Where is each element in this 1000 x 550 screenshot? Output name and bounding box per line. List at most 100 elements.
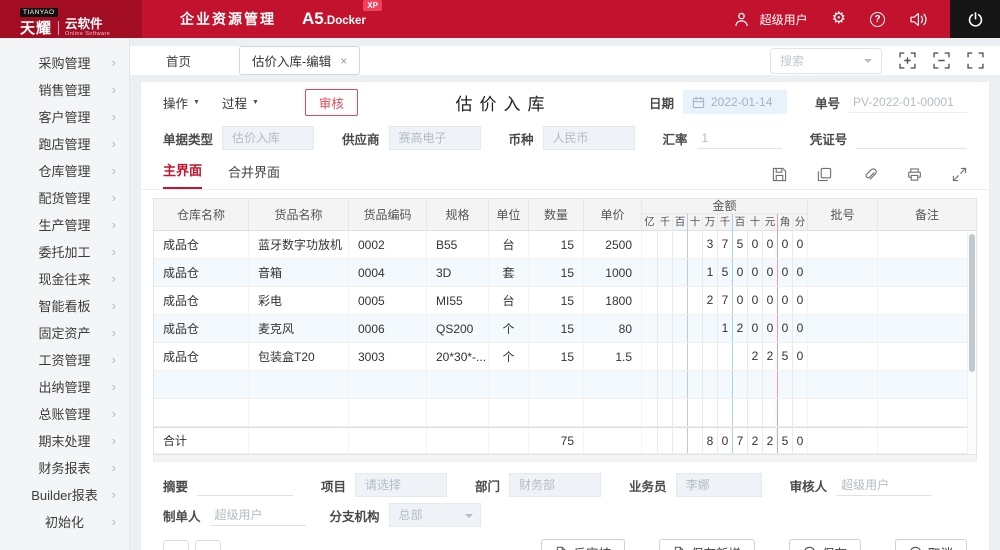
cell-code[interactable]: 0004 bbox=[349, 259, 427, 286]
supplier-input[interactable]: 赛高电子 bbox=[389, 126, 481, 150]
sidebar-item[interactable]: 总账管理› bbox=[0, 400, 129, 427]
cell-code[interactable] bbox=[349, 399, 427, 426]
cell-note[interactable] bbox=[878, 428, 976, 453]
cell-unit[interactable] bbox=[489, 428, 529, 453]
cell-amount[interactable]: 1500000 bbox=[642, 259, 808, 286]
summary-input[interactable] bbox=[197, 474, 293, 496]
horizontal-scrollbar[interactable] bbox=[153, 455, 977, 462]
cell-spec[interactable]: 20*30*-... bbox=[427, 343, 489, 370]
cell-warehouse[interactable]: 成品仓 bbox=[154, 259, 249, 286]
table-row[interactable] bbox=[154, 399, 976, 427]
cancel-button[interactable]: 取消 bbox=[895, 539, 967, 550]
logout-power-button[interactable] bbox=[950, 0, 1000, 38]
sidebar-item[interactable]: 现金往来› bbox=[0, 265, 129, 292]
sidebar-item[interactable]: Builder报表› bbox=[0, 481, 129, 508]
sidebar-item[interactable]: 配货管理› bbox=[0, 184, 129, 211]
cell-code[interactable] bbox=[349, 428, 427, 453]
table-row[interactable]: 成品仓包装盒T20300320*30*-...个151.52250 bbox=[154, 343, 976, 371]
search-select[interactable]: 搜索 bbox=[770, 48, 882, 74]
cell-qty[interactable] bbox=[529, 399, 584, 426]
process-menu[interactable]: 过程▼ bbox=[222, 93, 259, 112]
sidebar-item[interactable]: 财务报表› bbox=[0, 454, 129, 481]
table-row[interactable]: 成品仓音箱00043D套1510001500000 bbox=[154, 259, 976, 287]
date-input[interactable]: 2022-01-14 bbox=[683, 90, 787, 114]
cell-qty[interactable] bbox=[529, 371, 584, 398]
cell-spec[interactable]: 3D bbox=[427, 259, 489, 286]
cell-price[interactable] bbox=[584, 371, 642, 398]
sidebar-item[interactable]: 委托加工› bbox=[0, 238, 129, 265]
cell-note[interactable] bbox=[878, 287, 976, 314]
cell-unit[interactable]: 个 bbox=[489, 343, 529, 370]
cell-warehouse[interactable] bbox=[154, 399, 249, 426]
expand-icon[interactable] bbox=[952, 167, 967, 182]
doc-type-input[interactable]: 估价入库 bbox=[222, 126, 314, 150]
speaker-icon[interactable] bbox=[909, 12, 928, 27]
cell-spec[interactable] bbox=[427, 371, 489, 398]
cell-amount[interactable]: 8072250 bbox=[642, 428, 808, 453]
cell-warehouse[interactable]: 合计 bbox=[154, 428, 249, 453]
cell-product[interactable] bbox=[249, 371, 349, 398]
sidebar-item[interactable]: 初始化› bbox=[0, 508, 129, 535]
cell-code[interactable]: 0005 bbox=[349, 287, 427, 314]
cell-qty[interactable]: 15 bbox=[529, 259, 584, 286]
cell-amount[interactable]: 3750000 bbox=[642, 231, 808, 258]
cell-price[interactable]: 1800 bbox=[584, 287, 642, 314]
table-row[interactable] bbox=[154, 371, 976, 399]
vertical-scrollbar[interactable] bbox=[967, 232, 976, 454]
sidebar-item[interactable]: 销售管理› bbox=[0, 76, 129, 103]
branch-select[interactable]: 总部 bbox=[389, 503, 481, 527]
sidebar-item[interactable]: 客户管理› bbox=[0, 103, 129, 130]
cell-price[interactable]: 1.5 bbox=[584, 343, 642, 370]
sidebar-item[interactable]: 出纳管理› bbox=[0, 373, 129, 400]
cell-price[interactable] bbox=[584, 399, 642, 426]
next-record-button[interactable]: ▶ bbox=[195, 540, 221, 550]
cell-warehouse[interactable]: 成品仓 bbox=[154, 287, 249, 314]
cell-product[interactable]: 蓝牙数字功放机 bbox=[249, 231, 349, 258]
cell-note[interactable] bbox=[878, 343, 976, 370]
cell-code[interactable] bbox=[349, 371, 427, 398]
cell-batch[interactable] bbox=[808, 399, 878, 426]
user-menu[interactable]: 超级用户 bbox=[733, 11, 808, 28]
tab-active-document[interactable]: 估价入库-编辑 × bbox=[239, 46, 360, 75]
cell-code[interactable]: 0006 bbox=[349, 315, 427, 342]
cell-unit[interactable]: 台 bbox=[489, 287, 529, 314]
cell-warehouse[interactable] bbox=[154, 371, 249, 398]
cell-note[interactable] bbox=[878, 231, 976, 258]
cell-warehouse[interactable]: 成品仓 bbox=[154, 231, 249, 258]
cell-product[interactable] bbox=[249, 428, 349, 453]
tab-close-icon[interactable]: × bbox=[340, 54, 347, 68]
cell-qty[interactable]: 15 bbox=[529, 287, 584, 314]
table-row[interactable]: 成品仓彩电0005MI55台1518002700000 bbox=[154, 287, 976, 315]
auditor-input[interactable]: 超级用户 bbox=[836, 474, 932, 496]
cell-batch[interactable] bbox=[808, 371, 878, 398]
tab-main-view[interactable]: 主界面 bbox=[163, 160, 202, 189]
sidebar-item[interactable]: 期末处理› bbox=[0, 427, 129, 454]
save-new-button[interactable]: 保存新增 bbox=[659, 539, 755, 550]
cell-qty[interactable]: 15 bbox=[529, 231, 584, 258]
zoom-out-corners-icon[interactable] bbox=[933, 52, 950, 69]
cell-price[interactable]: 80 bbox=[584, 315, 642, 342]
cell-spec[interactable]: B55 bbox=[427, 231, 489, 258]
audit-button[interactable]: 审核 bbox=[305, 89, 358, 116]
cell-code[interactable]: 3003 bbox=[349, 343, 427, 370]
scrollbar-thumb[interactable] bbox=[969, 234, 975, 372]
table-row[interactable]: 成品仓麦克风0006QS200个1580120000 bbox=[154, 315, 976, 343]
cell-amount[interactable]: 120000 bbox=[642, 315, 808, 342]
cell-batch[interactable] bbox=[808, 259, 878, 286]
save-button[interactable]: 保存 bbox=[789, 539, 861, 550]
cell-batch[interactable] bbox=[808, 231, 878, 258]
cell-qty[interactable]: 15 bbox=[529, 343, 584, 370]
cell-unit[interactable] bbox=[489, 399, 529, 426]
sidebar-item[interactable]: 仓库管理› bbox=[0, 157, 129, 184]
cell-amount[interactable] bbox=[642, 399, 808, 426]
cell-batch[interactable] bbox=[808, 315, 878, 342]
cell-product[interactable]: 彩电 bbox=[249, 287, 349, 314]
currency-input[interactable]: 人民币 bbox=[543, 126, 635, 150]
cell-product[interactable]: 麦克风 bbox=[249, 315, 349, 342]
maker-input[interactable]: 超级用户 bbox=[210, 504, 306, 526]
cell-amount[interactable] bbox=[642, 371, 808, 398]
cell-note[interactable] bbox=[878, 315, 976, 342]
settings-gear-icon[interactable]: ⚙ bbox=[832, 11, 846, 27]
cell-unit[interactable]: 台 bbox=[489, 231, 529, 258]
cell-warehouse[interactable]: 成品仓 bbox=[154, 315, 249, 342]
